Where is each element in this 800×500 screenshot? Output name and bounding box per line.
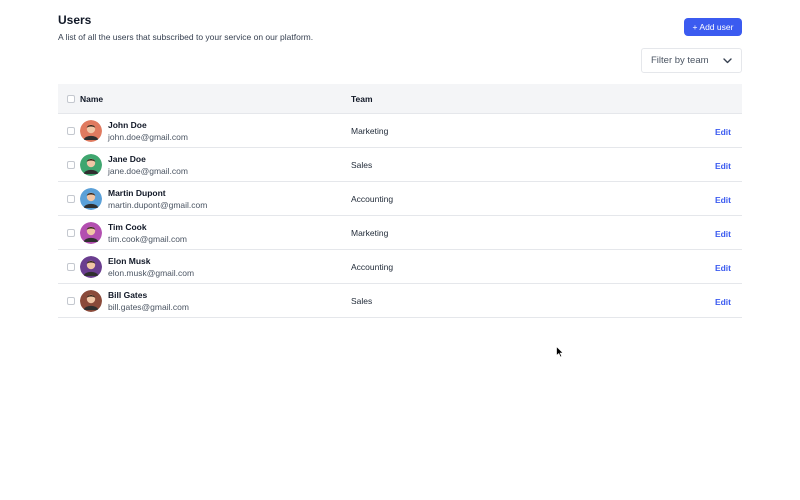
page-header: Users A list of all the users that subsc… (58, 13, 313, 42)
user-name: Martin Dupont (108, 187, 166, 198)
user-team: Accounting (351, 193, 394, 204)
user-cell: Tim Cook tim.cook@gmail.com (80, 221, 351, 244)
user-email: tim.cook@gmail.com (108, 233, 188, 244)
users-table: Name Team John Doe john.doe@gmail.com Ma… (58, 84, 742, 318)
avatar (80, 153, 102, 176)
avatar (80, 289, 102, 312)
select-all-checkbox[interactable] (67, 94, 75, 103)
table-header: Name Team (58, 84, 742, 114)
page-subtitle: A list of all the users that subscribed … (58, 32, 314, 42)
user-name: John Doe (108, 119, 147, 130)
add-user-label: + Add user (692, 22, 734, 32)
user-cell: Bill Gates bill.gates@gmail.com (80, 289, 351, 312)
user-email: bill.gates@gmail.com (108, 301, 189, 312)
user-cell: Martin Dupont martin.dupont@gmail.com (80, 187, 351, 210)
table-row: Tim Cook tim.cook@gmail.com Marketing Ed… (58, 216, 742, 250)
user-team: Marketing (351, 227, 389, 238)
user-team: Sales (351, 159, 373, 170)
avatar (80, 221, 102, 244)
row-checkbox[interactable] (67, 126, 75, 135)
user-name: Jane Doe (108, 153, 146, 164)
edit-link[interactable]: Edit (715, 161, 731, 171)
user-email: martin.dupont@gmail.com (108, 199, 208, 210)
row-checkbox[interactable] (67, 194, 75, 203)
page-title: Users (58, 13, 92, 27)
row-checkbox[interactable] (67, 262, 75, 271)
row-checkbox[interactable] (67, 296, 75, 305)
table-body: John Doe john.doe@gmail.com Marketing Ed… (58, 114, 742, 318)
filter-label: Filter by team (651, 55, 709, 66)
user-name: Bill Gates (108, 289, 148, 300)
edit-link[interactable]: Edit (715, 229, 731, 239)
user-cell: Elon Musk elon.musk@gmail.com (80, 255, 351, 278)
avatar (80, 255, 102, 278)
table-row: Bill Gates bill.gates@gmail.com Sales Ed… (58, 284, 742, 318)
user-name: Elon Musk (108, 255, 151, 266)
column-header-team: Team (351, 93, 373, 104)
users-page: Users A list of all the users that subsc… (0, 0, 800, 500)
edit-link[interactable]: Edit (715, 263, 731, 273)
user-cell: Jane Doe jane.doe@gmail.com (80, 153, 351, 176)
user-team: Marketing (351, 125, 389, 136)
table-row: John Doe john.doe@gmail.com Marketing Ed… (58, 114, 742, 148)
user-team: Sales (351, 295, 373, 306)
add-user-button[interactable]: + Add user (684, 18, 742, 36)
edit-link[interactable]: Edit (715, 297, 731, 307)
table-row: Jane Doe jane.doe@gmail.com Sales Edit (58, 148, 742, 182)
user-email: jane.doe@gmail.com (108, 165, 188, 176)
mouse-cursor-icon (556, 345, 565, 363)
avatar (80, 187, 102, 210)
row-checkbox[interactable] (67, 228, 75, 237)
user-name: Tim Cook (108, 221, 147, 232)
user-cell: John Doe john.doe@gmail.com (80, 119, 351, 142)
filter-by-team-dropdown[interactable]: Filter by team (641, 48, 742, 73)
column-header-name: Name (80, 93, 104, 104)
edit-link[interactable]: Edit (715, 127, 731, 137)
avatar (80, 119, 102, 142)
chevron-down-icon (722, 56, 732, 66)
user-email: elon.musk@gmail.com (108, 267, 195, 278)
row-checkbox[interactable] (67, 160, 75, 169)
table-row: Martin Dupont martin.dupont@gmail.com Ac… (58, 182, 742, 216)
table-row: Elon Musk elon.musk@gmail.com Accounting… (58, 250, 742, 284)
edit-link[interactable]: Edit (715, 195, 731, 205)
user-team: Accounting (351, 261, 394, 272)
user-email: john.doe@gmail.com (108, 131, 188, 142)
